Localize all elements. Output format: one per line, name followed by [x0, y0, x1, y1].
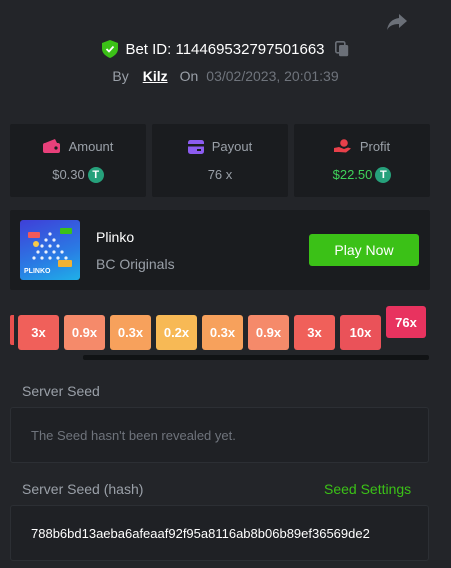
profit-value: $22.50	[332, 167, 373, 182]
share-button[interactable]	[384, 10, 410, 34]
multiplier-slot: 0.3x	[110, 315, 151, 350]
bet-stats: Amount $0.30 T Payout 76 x Profit $22.50…	[10, 124, 430, 197]
tether-coin-icon: T	[375, 166, 392, 183]
multiplier-slot: 0.3x	[202, 315, 243, 350]
tether-coin-icon: T	[87, 166, 104, 183]
play-now-button[interactable]: Play Now	[309, 234, 419, 266]
game-title: Plinko	[96, 229, 135, 245]
server-seed-hash-field[interactable]: 788b6bd13aeba6afeaaf92f95a8116ab8b06b89e…	[10, 505, 429, 561]
seed-settings-link[interactable]: Seed Settings	[324, 481, 411, 497]
amount-stat: Amount $0.30 T	[10, 124, 146, 197]
payout-stat: Payout 76 x	[152, 124, 288, 197]
multiplier-slot-hit: 76x	[386, 306, 426, 338]
server-seed-label: Server Seed	[22, 383, 100, 399]
bet-date: 03/02/2023, 20:01:39	[206, 68, 339, 84]
multiplier-slot: 0.9x	[64, 315, 105, 350]
server-seed-hash-label: Server Seed (hash)	[22, 481, 144, 497]
multiplier-slot: 0.2x	[156, 315, 197, 350]
multiplier-edge	[10, 315, 14, 345]
bet-id: Bet ID: 114469532797501663	[125, 40, 325, 58]
thumbnail-label: PLINKO	[24, 268, 51, 275]
amount-label: Amount	[68, 138, 114, 154]
share-icon	[387, 14, 407, 30]
amount-value: $0.30	[52, 167, 85, 182]
game-card: PLINKO Plinko BC Originals Play Now	[10, 210, 430, 290]
on-label: On	[179, 68, 199, 84]
username-link[interactable]: Kilz	[143, 68, 168, 84]
wallet-icon	[42, 139, 60, 153]
card-icon	[187, 139, 204, 154]
copy-icon[interactable]	[334, 41, 349, 57]
multiplier-row: 3x 0.9x 0.3x 0.2x 0.3x 0.9x 3x 10x 76x	[0, 306, 451, 366]
plinko-thumbnail[interactable]: PLINKO	[20, 220, 80, 280]
verified-shield-icon	[102, 40, 119, 58]
server-seed-hash-value: 788b6bd13aeba6afeaaf92f95a8116ab8b06b89e…	[31, 525, 370, 541]
multiplier-slot: 3x	[18, 315, 59, 350]
multiplier-scrollbar[interactable]	[83, 355, 429, 360]
profit-label: Profit	[359, 138, 391, 154]
server-seed-field: The Seed hasn't been revealed yet.	[10, 407, 429, 463]
profit-stat: Profit $22.50 T	[294, 124, 430, 197]
payout-label: Payout	[211, 139, 253, 154]
by-label: By	[112, 68, 129, 84]
hand-coin-icon	[333, 139, 351, 153]
multiplier-slot: 10x	[340, 315, 381, 350]
bet-meta-row: By Kilz On 03/02/2023, 20:01:39	[0, 68, 451, 84]
multiplier-slot: 0.9x	[248, 315, 289, 350]
payout-value: 76 x	[207, 167, 233, 182]
multiplier-slot: 3x	[294, 315, 335, 350]
bet-id-row: Bet ID: 114469532797501663	[0, 40, 451, 58]
server-seed-value: The Seed hasn't been revealed yet.	[31, 427, 236, 443]
game-provider: BC Originals	[96, 256, 175, 272]
